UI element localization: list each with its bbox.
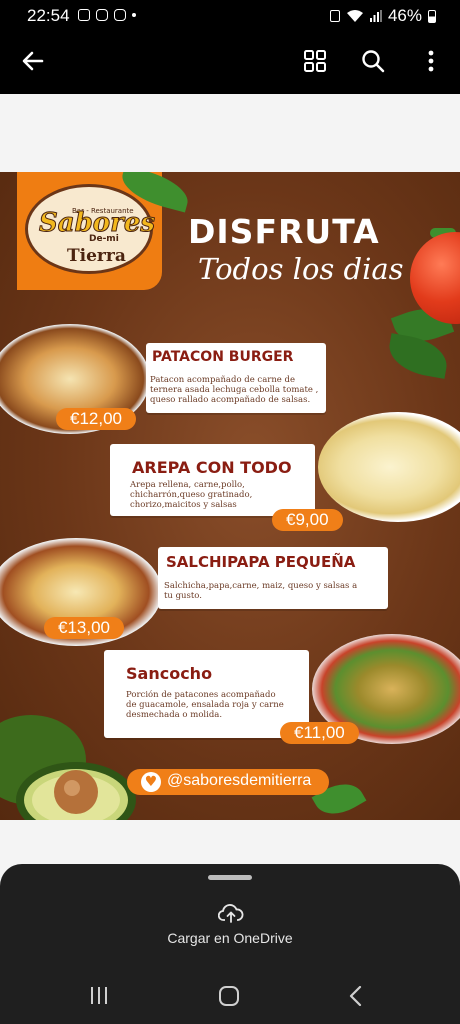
logo-de-mi: De-mi: [89, 234, 119, 244]
grid-view-icon[interactable]: [303, 49, 327, 73]
item-description: Salchicha,papa,carne, maiz, queso y sals…: [164, 581, 358, 601]
social-handle-badge: ♥ @saboresdemitierra: [127, 769, 329, 795]
wifi-icon: [346, 10, 363, 22]
dish-image-arepa: [318, 412, 460, 522]
instagram-notification-icon-2: [114, 9, 126, 21]
instagram-notification-icon: [96, 9, 108, 21]
upload-onedrive-label[interactable]: Cargar en OneDrive: [0, 930, 460, 946]
gallery-notification-icon: [78, 9, 90, 21]
app-bar: [0, 30, 460, 94]
item-price: €11,00: [280, 722, 359, 744]
more-vert-icon[interactable]: [420, 48, 442, 74]
item-description: Arepa rellena, carne,pollo, chicharrón,q…: [130, 480, 253, 510]
item-title: AREPA CON TODO: [132, 458, 292, 477]
item-description: Patacon acompañado de carne de ternera a…: [150, 375, 319, 405]
sheet-drag-handle[interactable]: [208, 875, 252, 880]
battery-saver-icon: [329, 10, 340, 22]
item-price: €13,00: [44, 617, 124, 639]
bottom-sheet: Cargar en OneDrive: [0, 864, 460, 1024]
signal-icon: [369, 10, 382, 22]
avocado-image: [0, 715, 136, 820]
item-price: €9,00: [272, 509, 343, 531]
recent-apps-icon[interactable]: [88, 986, 110, 1006]
item-title: Sancocho: [126, 664, 213, 683]
status-bar: 22:54 46%: [0, 0, 460, 30]
status-time: 22:54: [27, 6, 70, 25]
battery-percentage: 46%: [387, 6, 422, 25]
logo-tierra: Tierra: [67, 246, 126, 266]
menu-item-card: PATACON BURGER Patacon acompañado de car…: [146, 343, 326, 413]
item-price: €12,00: [56, 408, 136, 430]
leaf-decoration-3: [385, 333, 451, 379]
system-icons: 46%: [329, 6, 436, 26]
item-title: PATACON BURGER: [152, 349, 294, 365]
social-handle: @saboresdemitierra: [167, 772, 312, 789]
subheadline: Todos los dias: [198, 252, 404, 286]
menu-item-card: SALCHIPAPA PEQUEÑA Salchicha,papa,carne,…: [158, 547, 388, 609]
item-description: Porción de patacones acompañado de guaca…: [126, 690, 284, 720]
menu-poster-image[interactable]: Bar - Restaurante Sabores De-mi Tierra D…: [0, 172, 460, 820]
notification-icons: [78, 9, 136, 21]
home-icon[interactable]: [218, 986, 240, 1006]
back-arrow-icon[interactable]: [20, 48, 46, 74]
battery-icon: [428, 9, 436, 23]
heart-icon: ♥: [141, 772, 161, 792]
item-title: SALCHIPAPA PEQUEÑA: [166, 553, 356, 571]
headline: DISFRUTA: [188, 212, 380, 251]
search-icon[interactable]: [360, 48, 386, 74]
menu-item-card: AREPA CON TODO Arepa rellena, carne,poll…: [110, 444, 315, 516]
more-notifications-dot: [132, 13, 136, 17]
back-nav-icon[interactable]: [348, 986, 364, 1006]
cloud-upload-icon[interactable]: [218, 902, 244, 924]
